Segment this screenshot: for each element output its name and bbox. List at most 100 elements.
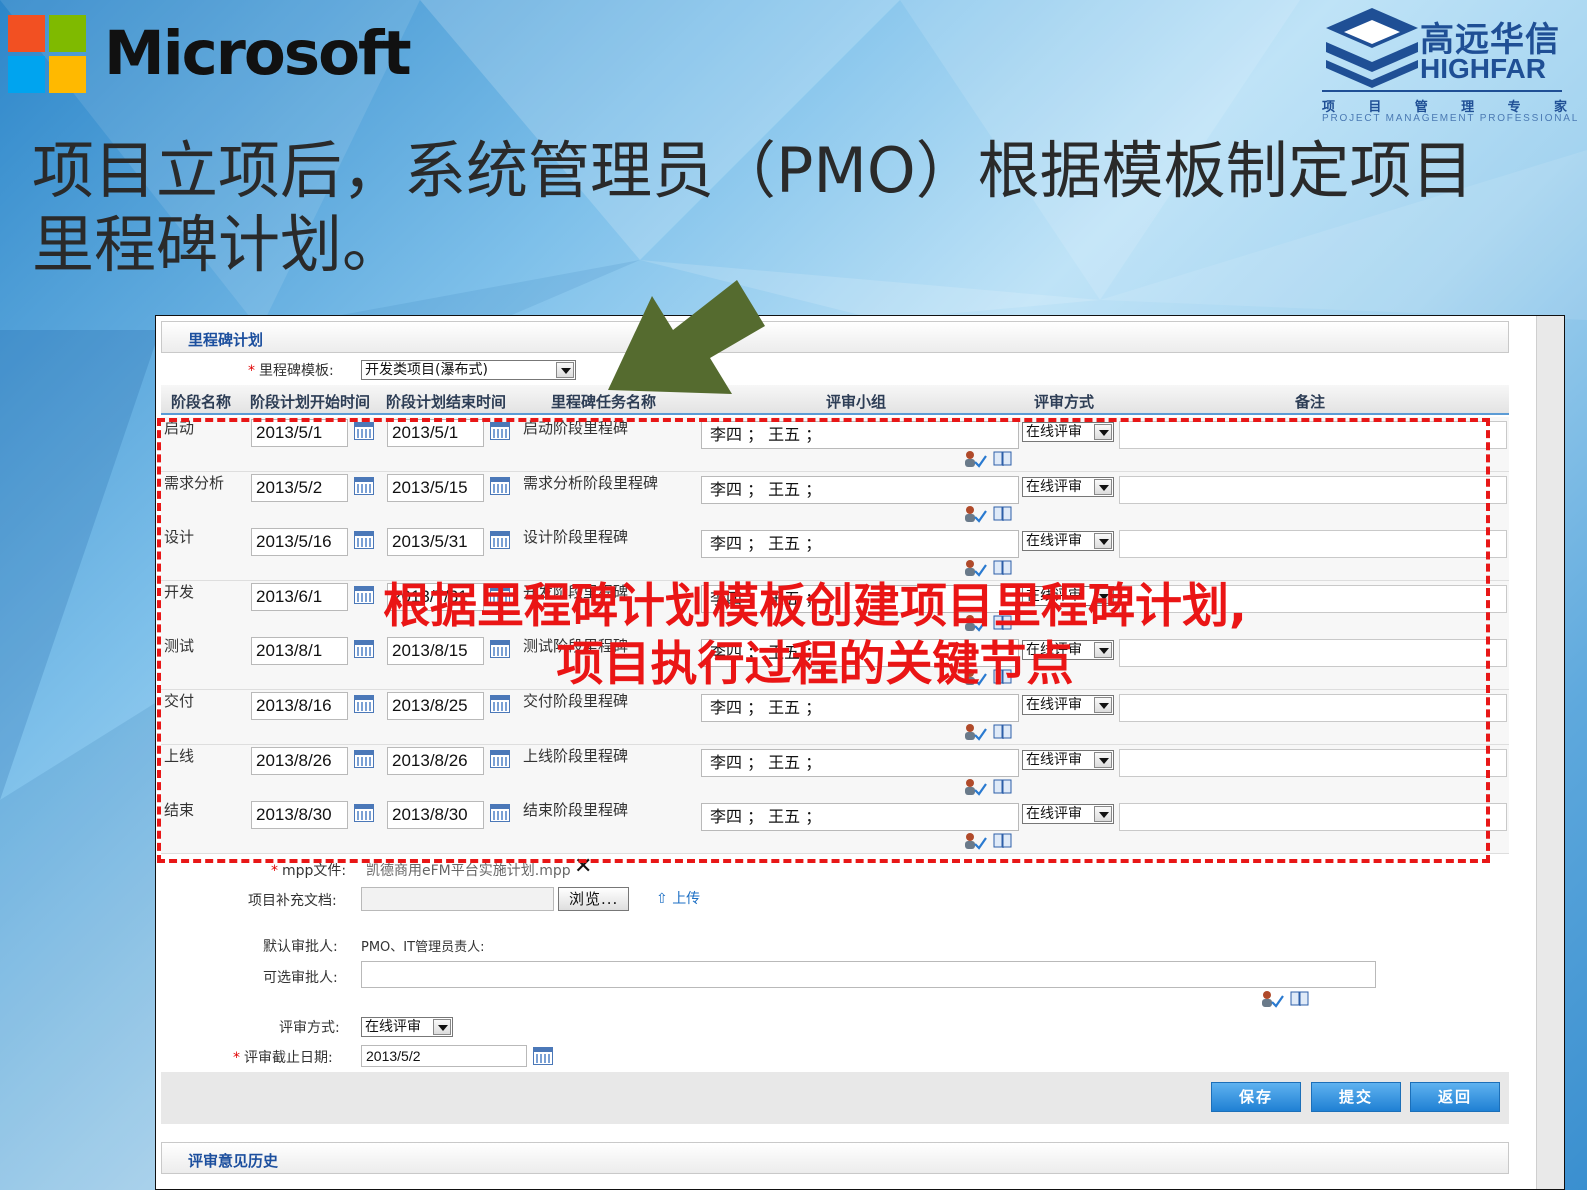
calendar-icon[interactable] <box>354 586 374 604</box>
button-bar <box>161 1072 1509 1124</box>
select-user-icon[interactable] <box>963 832 987 850</box>
review-method-select[interactable]: 在线评审 <box>1022 804 1114 824</box>
chevron-down-icon <box>1094 806 1112 822</box>
calendar-icon[interactable] <box>354 804 374 822</box>
default-approver-value: PMO、IT管理员责人: <box>361 940 485 955</box>
upload-link[interactable]: ⇧ 上传 <box>656 888 700 908</box>
calendar-icon[interactable] <box>490 531 510 549</box>
calendar-icon[interactable] <box>354 531 374 549</box>
calendar-icon[interactable] <box>354 640 374 658</box>
note-input[interactable] <box>1119 694 1507 722</box>
end-date-input[interactable]: 2013/5/31 <box>387 528 484 556</box>
address-book-icon[interactable] <box>993 506 1013 522</box>
end-date-input[interactable]: 2013/7/31 <box>387 583 484 611</box>
address-book-icon[interactable] <box>993 615 1013 631</box>
review-group-input[interactable]: 李四 ； 王五 ； <box>701 749 1019 777</box>
review-method-select[interactable]: 在线评审 <box>1022 531 1114 551</box>
calendar-icon[interactable] <box>490 640 510 658</box>
save-button[interactable]: 保存 <box>1211 1082 1301 1112</box>
start-date-input[interactable]: 2013/5/16 <box>251 528 348 556</box>
address-book-icon[interactable] <box>993 451 1013 467</box>
review-method-select[interactable]: 在线评审 <box>1022 640 1114 660</box>
supp-doc-input[interactable] <box>361 887 554 911</box>
chevron-down-icon <box>556 362 574 378</box>
calendar-icon[interactable] <box>490 695 510 713</box>
review-group-input[interactable]: 李四 ； 王五 ； <box>701 476 1019 504</box>
start-date-input[interactable]: 2013/5/1 <box>251 419 348 447</box>
calendar-icon[interactable] <box>490 750 510 768</box>
start-date-input[interactable]: 2013/8/30 <box>251 801 348 829</box>
template-select[interactable]: 开发类项目(瀑布式) <box>361 360 576 380</box>
review-method-select[interactable]: 在线评审 <box>1022 750 1114 770</box>
review-group-input[interactable]: 李四 ； 王五 ； <box>701 421 1019 449</box>
calendar-icon[interactable] <box>490 804 510 822</box>
calendar-icon[interactable] <box>354 477 374 495</box>
calendar-icon[interactable] <box>490 477 510 495</box>
review-method-select[interactable]: 在线评审 <box>1022 477 1114 497</box>
end-date-input[interactable]: 2013/8/15 <box>387 637 484 665</box>
browse-button[interactable]: 浏览... <box>558 887 630 911</box>
end-date-input[interactable]: 2013/8/25 <box>387 692 484 720</box>
table-row: 测试 2013/8/1 2013/8/15 测试阶段里程碑 李四 ； 王五 ；在线评审 <box>161 635 1509 690</box>
select-user-icon[interactable] <box>963 614 987 632</box>
scrollbar[interactable] <box>1536 316 1564 1189</box>
col-stage-name: 阶段名称 <box>171 393 232 411</box>
review-method-select[interactable]: 在线评审 <box>1022 422 1114 442</box>
note-input[interactable] <box>1119 585 1507 613</box>
start-date-input[interactable]: 2013/8/26 <box>251 747 348 775</box>
start-date-input[interactable]: 2013/8/16 <box>251 692 348 720</box>
note-input[interactable] <box>1119 803 1507 831</box>
select-user-icon[interactable] <box>963 505 987 523</box>
select-user-icon[interactable] <box>963 778 987 796</box>
calendar-icon[interactable] <box>533 1047 553 1065</box>
end-date-input[interactable]: 2013/8/26 <box>387 747 484 775</box>
select-user-icon[interactable] <box>963 450 987 468</box>
note-input[interactable] <box>1119 476 1507 504</box>
address-book-icon[interactable] <box>993 779 1013 795</box>
address-book-icon[interactable] <box>993 724 1013 740</box>
start-date-input[interactable]: 2013/8/1 <box>251 637 348 665</box>
review-method-select[interactable]: 在线评审 <box>1022 586 1114 606</box>
optional-approver-input[interactable] <box>361 961 1376 988</box>
close-icon[interactable]: ✕ <box>574 854 592 879</box>
calendar-icon[interactable] <box>354 750 374 768</box>
address-book-icon[interactable] <box>993 833 1013 849</box>
review-group-input[interactable]: 李四 ； 王五 ； <box>701 803 1019 831</box>
review-group-input[interactable]: 李四 ； 王五 ； <box>701 585 1019 613</box>
calendar-icon[interactable] <box>490 422 510 440</box>
submit-button[interactable]: 提交 <box>1311 1082 1401 1112</box>
group-picker-icons <box>963 668 1015 686</box>
calendar-icon[interactable] <box>354 422 374 440</box>
group-picker-icons <box>963 505 1015 523</box>
select-user-icon[interactable] <box>1260 990 1284 1008</box>
back-button[interactable]: 返回 <box>1410 1082 1500 1112</box>
calendar-icon[interactable] <box>354 695 374 713</box>
group-picker-icons <box>963 832 1015 850</box>
col-end: 阶段计划结束时间 <box>386 393 507 411</box>
end-date-input[interactable]: 2013/5/1 <box>387 419 484 447</box>
calendar-icon[interactable] <box>490 586 510 604</box>
address-book-icon[interactable] <box>993 669 1013 685</box>
start-date-input[interactable]: 2013/6/1 <box>251 583 348 611</box>
deadline-label: * 评审截止日期: <box>233 1050 333 1066</box>
address-book-icon[interactable] <box>1290 991 1310 1007</box>
note-input[interactable] <box>1119 530 1507 558</box>
end-date-input[interactable]: 2013/5/15 <box>387 474 484 502</box>
select-user-icon[interactable] <box>963 668 987 686</box>
address-book-icon[interactable] <box>993 560 1013 576</box>
review-method-select[interactable]: 在线评审 <box>361 1017 453 1037</box>
col-start: 阶段计划开始时间 <box>250 393 371 411</box>
review-group-input[interactable]: 李四 ； 王五 ； <box>701 694 1019 722</box>
start-date-input[interactable]: 2013/5/2 <box>251 474 348 502</box>
end-date-input[interactable]: 2013/8/30 <box>387 801 484 829</box>
review-group-input[interactable]: 李四 ； 王五 ； <box>701 530 1019 558</box>
note-input[interactable] <box>1119 421 1507 449</box>
select-user-icon[interactable] <box>963 723 987 741</box>
select-user-icon[interactable] <box>963 559 987 577</box>
deadline-input[interactable]: 2013/5/2 <box>361 1045 527 1067</box>
mpp-file-name[interactable]: 凯德商用eFM平台实施计划.mpp <box>366 860 571 880</box>
note-input[interactable] <box>1119 639 1507 667</box>
review-method-select[interactable]: 在线评审 <box>1022 695 1114 715</box>
note-input[interactable] <box>1119 749 1507 777</box>
review-group-input[interactable]: 李四 ； 王五 ； <box>701 639 1019 667</box>
